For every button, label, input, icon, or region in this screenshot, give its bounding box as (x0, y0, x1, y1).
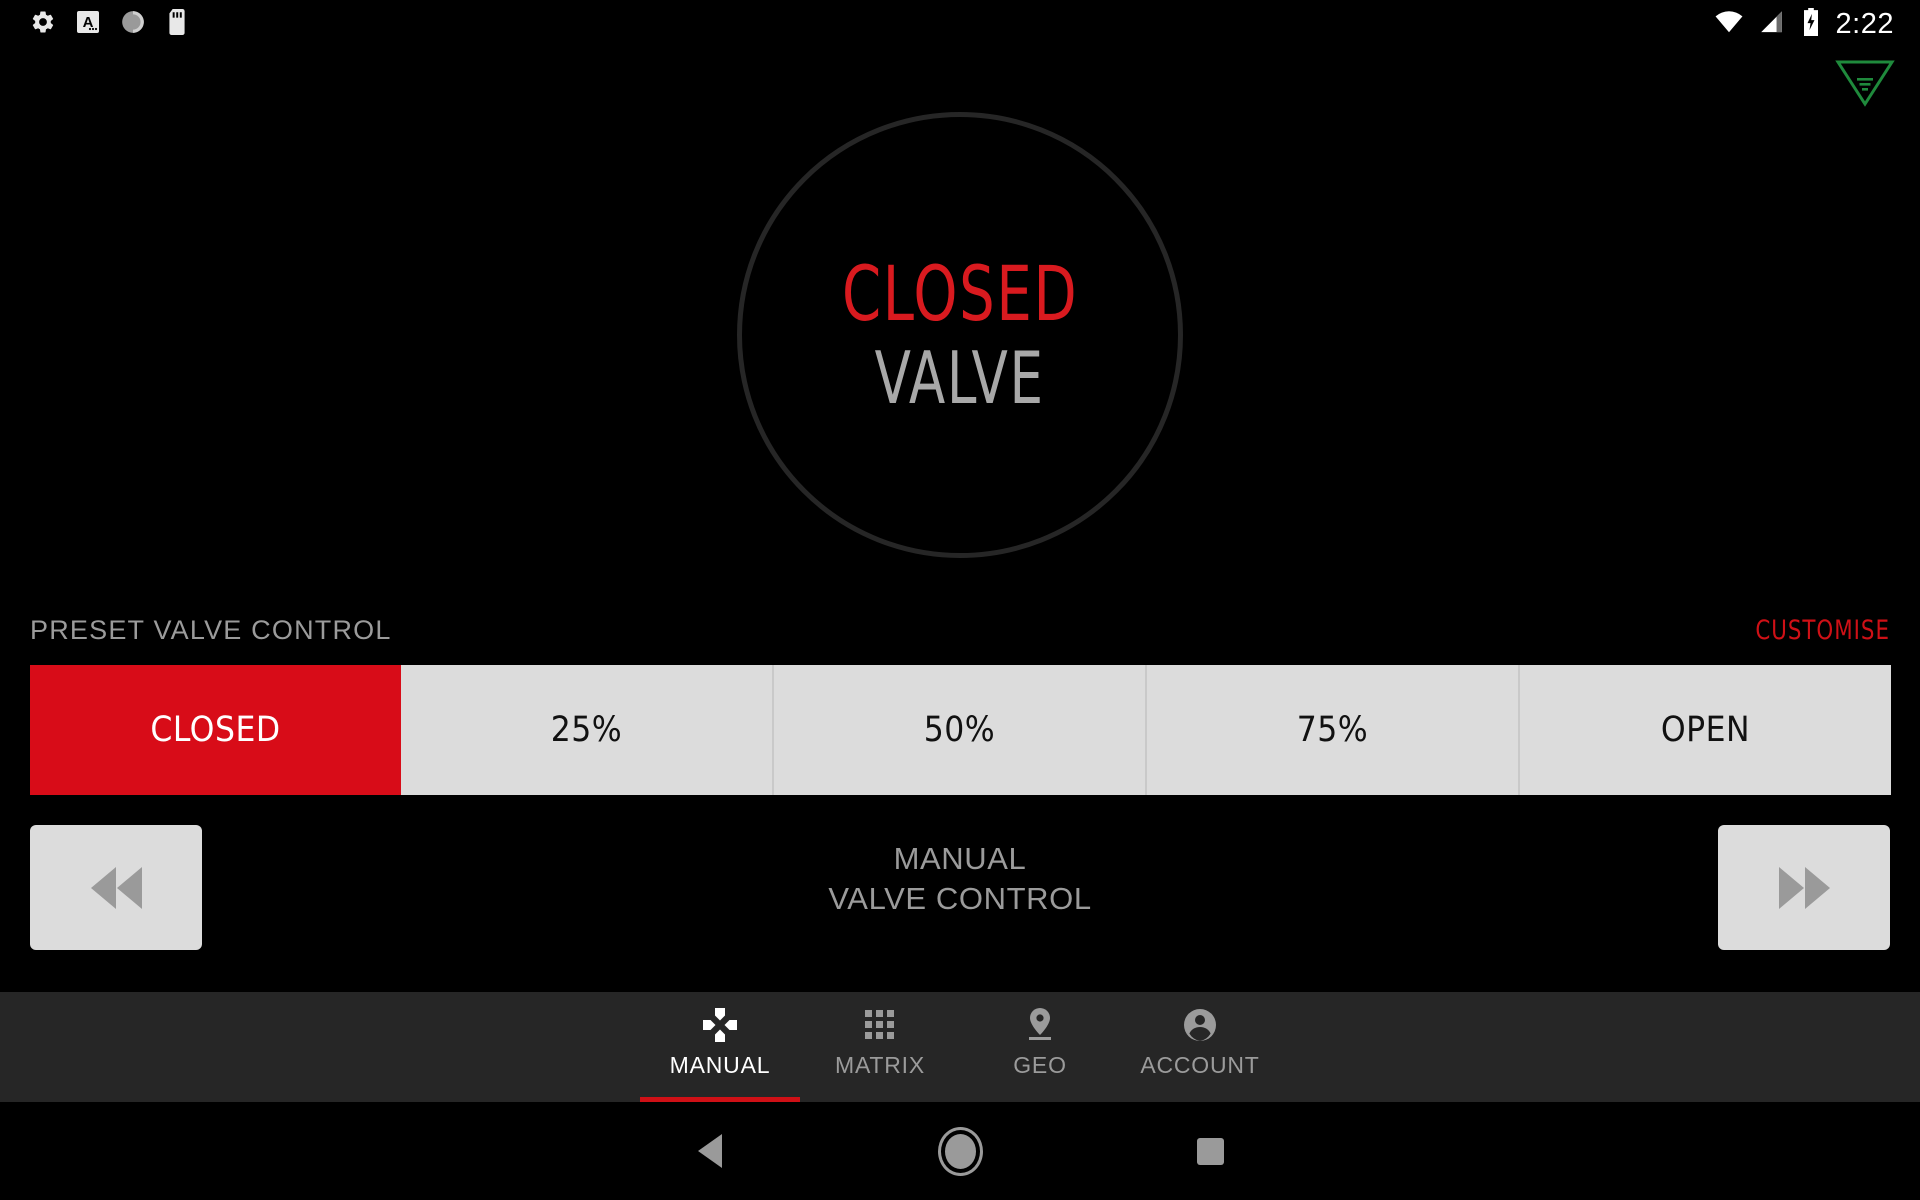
preset-button-25[interactable]: 25% (401, 665, 774, 795)
account-icon (1182, 1006, 1218, 1044)
tab-matrix[interactable]: MATRIX (800, 992, 960, 1102)
back-triangle-icon (698, 1134, 722, 1168)
customise-button[interactable]: CUSTOMISE (1755, 615, 1890, 646)
map-pin-icon (1023, 1006, 1057, 1044)
recents-square-icon (1196, 1137, 1224, 1165)
nav-recents-button[interactable] (1085, 1102, 1335, 1200)
preset-button-closed[interactable]: CLOSED (30, 665, 401, 795)
preset-button-75[interactable]: 75% (1147, 665, 1520, 795)
nav-home-button[interactable] (835, 1102, 1085, 1200)
manual-control-label: MANUAL VALVE CONTROL (828, 839, 1091, 918)
status-bar-clock: 2:22 (1835, 7, 1894, 40)
preset-section-header: PRESET VALVE CONTROL CUSTOMISE (0, 608, 1920, 652)
bottom-tab-bar: MANUAL MATRIX GEO ACCOUNT (0, 992, 1920, 1102)
status-bar-left-icons: A (0, 8, 188, 40)
manual-decrease-button[interactable] (30, 825, 202, 950)
tab-geo[interactable]: GEO (960, 992, 1120, 1102)
preset-section-title: PRESET VALVE CONTROL (30, 614, 392, 645)
fast-forward-icon (1778, 866, 1830, 909)
preset-button-open[interactable]: OPEN (1520, 665, 1891, 795)
android-status-bar: A 2:22 (0, 0, 1920, 48)
tab-account[interactable]: ACCOUNT (1120, 992, 1280, 1102)
preset-valve-control-bar: CLOSED 25% 50% 75% OPEN (30, 665, 1891, 795)
a-badge-icon: A (76, 9, 100, 40)
grid-icon (863, 1006, 897, 1044)
home-circle-icon (944, 1133, 976, 1169)
wifi-icon (1714, 10, 1744, 39)
tab-geo-label: GEO (1013, 1052, 1067, 1078)
sync-spinner-icon (120, 9, 146, 40)
tab-manual[interactable]: MANUAL (640, 992, 800, 1102)
tab-matrix-label: MATRIX (835, 1052, 925, 1078)
gear-icon (30, 9, 56, 40)
rewind-icon (90, 866, 142, 909)
cellular-signal-icon (1760, 10, 1786, 39)
v-brand-logo (1834, 58, 1896, 108)
manual-increase-button[interactable] (1718, 825, 1890, 950)
svg-text:A: A (83, 14, 94, 31)
battery-charging-icon (1802, 7, 1820, 41)
dpad-icon (701, 1006, 739, 1044)
nav-back-button[interactable] (585, 1102, 835, 1200)
android-navigation-bar (0, 1102, 1920, 1200)
valve-status-dial[interactable]: CLOSED VALVE (737, 112, 1183, 558)
manual-control-label-line2: VALVE CONTROL (828, 880, 1092, 916)
tab-account-label: ACCOUNT (1140, 1052, 1260, 1078)
valve-state-text: CLOSED (841, 249, 1079, 338)
manual-valve-control-row: MANUAL VALVE CONTROL (0, 825, 1920, 960)
app-root: A 2:22 CLOSED VALVE PRESET VALVE CONTROL… (0, 0, 1920, 1200)
valve-subtitle-text: VALVE (874, 336, 1046, 420)
sd-card-icon (166, 8, 188, 40)
tab-manual-label: MANUAL (669, 1052, 771, 1078)
status-bar-right-icons: 2:22 (1714, 7, 1920, 41)
preset-button-50[interactable]: 50% (774, 665, 1147, 795)
manual-control-label-line1: MANUAL (893, 841, 1027, 876)
